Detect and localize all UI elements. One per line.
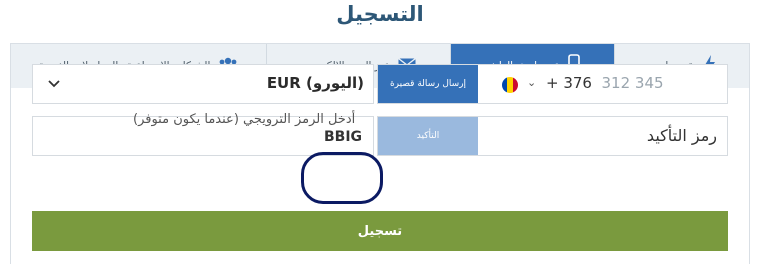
promo-code-input[interactable]: BBIG xyxy=(324,129,362,145)
register-button[interactable]: تسجيل xyxy=(32,211,728,251)
promo-code-field[interactable]: أدخل الرمز الترويجي (عندما يكون متوفر) B… xyxy=(32,112,374,156)
currency-select[interactable]: EUR (اليورو) xyxy=(32,64,374,104)
page-title: التسجيل xyxy=(336,2,424,26)
promo-highlight-circle xyxy=(301,152,383,204)
moldova-flag-icon[interactable] xyxy=(502,77,518,93)
confirmation-code-label: رمز التأكيد xyxy=(646,126,717,145)
phone-input[interactable]: + 376 312 345 xyxy=(546,74,664,92)
phone-placeholder: 312 345 xyxy=(601,74,664,92)
promo-code-label: أدخل الرمز الترويجي (عندما يكون متوفر) xyxy=(133,112,356,127)
chevron-down-icon xyxy=(47,73,61,99)
phone-prefix: + 376 xyxy=(546,74,592,92)
currency-value: EUR (اليورو) xyxy=(266,74,364,92)
chevron-down-icon[interactable]: ⌄ xyxy=(527,76,536,89)
send-sms-button[interactable]: إرسال رسالة قصيرة xyxy=(378,65,478,103)
confirm-button[interactable]: التأكيد xyxy=(378,117,478,155)
confirmation-code-field[interactable]: التأكيد رمز التأكيد xyxy=(377,116,728,156)
phone-field[interactable]: إرسال رسالة قصيرة ⌄ + 376 312 345 xyxy=(377,64,728,104)
